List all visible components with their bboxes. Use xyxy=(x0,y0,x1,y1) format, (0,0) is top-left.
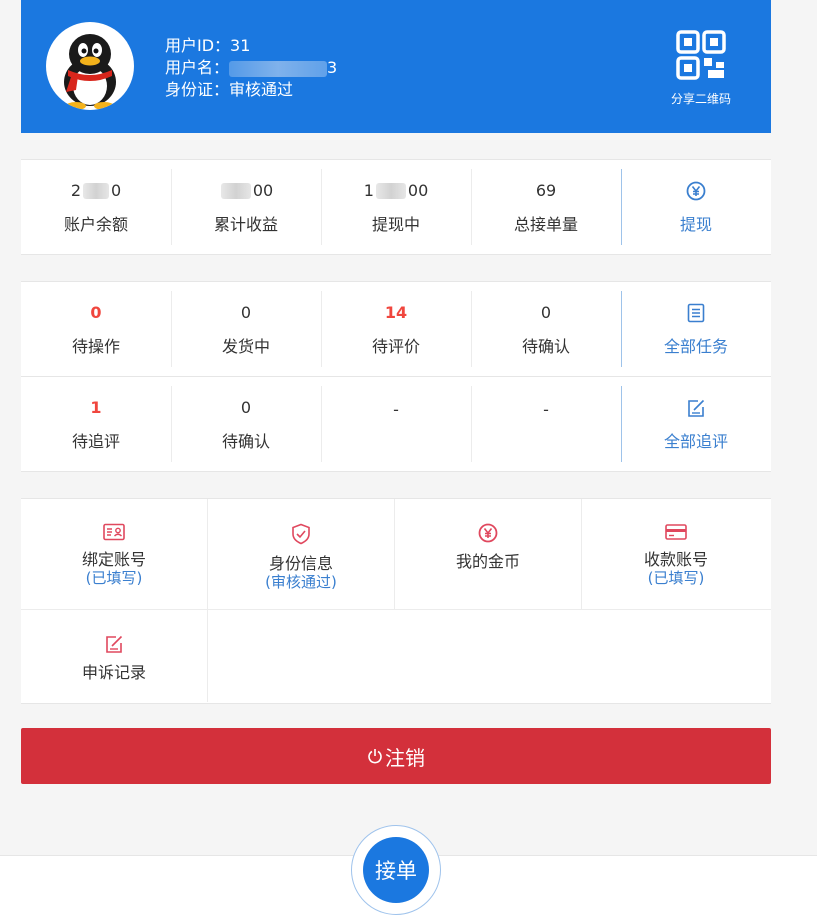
withdraw-label: 提现 xyxy=(679,214,712,234)
task-label xyxy=(393,430,398,449)
stat-total-orders: 69 总接单量 xyxy=(471,160,621,254)
stat-value-suffix: 00 xyxy=(252,180,274,200)
task-empty-slot: - xyxy=(471,377,621,471)
redacted-value xyxy=(375,182,406,199)
task-pending-review[interactable]: 14 待评价 xyxy=(321,282,471,376)
all-tasks-label: 全部任务 xyxy=(663,336,728,356)
stat-value-prefix: 1 xyxy=(363,180,374,200)
share-qr-button[interactable]: 分享二维码 xyxy=(666,30,736,107)
task-count: 1 xyxy=(90,397,102,417)
id-card-line: 身份证：审核通过 xyxy=(165,79,337,101)
logout-button[interactable]: 注销 xyxy=(21,728,771,784)
stat-label: 提现中 xyxy=(371,214,420,234)
task-pending-followup[interactable]: 1 待追评 xyxy=(21,377,171,471)
user-id-value: 31 xyxy=(230,36,251,55)
task-stats: 0 待操作 0 发货中 14 待评价 0 待确认 全部任务 1 待追评 0 待确… xyxy=(21,281,771,472)
share-qr-label: 分享二维码 xyxy=(670,92,731,106)
user-info: 用户ID：31 用户名： 3 身份证：审核通过 xyxy=(165,35,337,101)
task-count: 0 xyxy=(240,302,252,322)
avatar xyxy=(46,22,134,110)
user-id-line: 用户ID：31 xyxy=(165,35,337,57)
redacted-value xyxy=(83,182,109,199)
stat-withdrawing: 1 00 提现中 xyxy=(321,160,471,254)
task-label: 待确认 xyxy=(521,336,570,356)
redacted-value xyxy=(220,182,251,199)
stat-value: 69 xyxy=(535,180,557,200)
task-row: 0 待操作 0 发货中 14 待评价 0 待确认 全部任务 xyxy=(21,282,771,376)
tool-status: (审核通过) xyxy=(265,573,337,591)
tool-status: (已填写) xyxy=(647,569,705,587)
all-followups-label: 全部追评 xyxy=(663,431,728,451)
username-redacted xyxy=(229,60,328,77)
stat-value-suffix: 00 xyxy=(407,180,429,200)
yen-circle-icon xyxy=(686,181,706,200)
task-label: 待评价 xyxy=(371,336,420,356)
task-count: - xyxy=(393,400,399,419)
stat-label: 累计收益 xyxy=(213,214,278,234)
task-label: 发货中 xyxy=(221,336,270,356)
qr-code-icon xyxy=(676,30,726,80)
task-shipping[interactable]: 0 发货中 xyxy=(171,282,321,376)
username-line: 用户名： 3 xyxy=(165,57,337,79)
credit-card-icon xyxy=(665,524,687,540)
tools-grid: 绑定账号 (已填写) 身份信息 (审核通过) 我的金币 收款账号 (已填写) 申… xyxy=(21,498,771,704)
profile-header: 用户ID：31 用户名： 3 身份证：审核通过 分享二维码 xyxy=(21,0,771,133)
stat-label: 总接单量 xyxy=(513,214,578,234)
username-label: 用户名： xyxy=(165,58,230,77)
task-count: 0 xyxy=(240,397,252,417)
appeal-records-item[interactable]: 申诉记录 xyxy=(21,609,208,702)
user-id-label: 用户ID： xyxy=(165,36,231,55)
task-followup-confirm[interactable]: 0 待确认 xyxy=(171,377,321,471)
tool-label: 绑定账号 xyxy=(81,550,146,569)
list-icon xyxy=(687,303,705,322)
withdraw-button[interactable]: 提现 xyxy=(621,160,771,254)
identity-info-item[interactable]: 身份信息 (审核通过) xyxy=(208,499,395,609)
task-label: 待确认 xyxy=(221,431,270,451)
profile-page: 用户ID：31 用户名： 3 身份证：审核通过 分享二维码 2 0 账户余额 0… xyxy=(21,0,771,784)
edit-icon xyxy=(106,635,123,653)
task-label: 待追评 xyxy=(71,431,120,451)
stat-value-suffix: 0 xyxy=(111,180,122,200)
id-card-icon xyxy=(103,523,125,541)
task-label xyxy=(543,430,548,449)
edit-icon xyxy=(688,399,705,417)
stat-total-income: 00 累计收益 xyxy=(171,160,321,254)
task-count: - xyxy=(543,400,549,419)
tool-status: (已填写) xyxy=(85,569,143,587)
empty-grid-space xyxy=(208,609,771,703)
logout-label: 注销 xyxy=(385,745,425,770)
stat-value-prefix: 2 xyxy=(70,180,81,200)
accept-order-label: 接单 xyxy=(375,859,417,883)
username-tail: 3 xyxy=(327,58,338,77)
task-empty-slot: - xyxy=(321,377,471,471)
payment-account-item[interactable]: 收款账号 (已填写) xyxy=(582,499,770,609)
my-coins-item[interactable]: 我的金币 xyxy=(395,499,582,609)
stat-label: 账户余额 xyxy=(63,214,128,234)
account-stats: 2 0 账户余额 00 累计收益 1 00 提现中 69 总接单量 提现 xyxy=(21,159,771,255)
tool-label: 收款账号 xyxy=(643,550,708,569)
stat-balance: 2 0 账户余额 xyxy=(21,160,171,254)
task-pending-confirm[interactable]: 0 待确认 xyxy=(471,282,621,376)
task-pending-operation[interactable]: 0 待操作 xyxy=(21,282,171,376)
task-label: 待操作 xyxy=(71,336,120,356)
all-tasks-button[interactable]: 全部任务 xyxy=(621,282,771,376)
accept-order-button[interactable]: 接单 xyxy=(363,837,429,903)
all-followups-button[interactable]: 全部追评 xyxy=(621,377,771,471)
task-row: 1 待追评 0 待确认 - - 全部追评 xyxy=(21,376,771,471)
id-card-status: 审核通过 xyxy=(229,80,294,99)
id-card-label: 身份证： xyxy=(165,80,230,99)
shield-check-icon xyxy=(292,523,310,545)
tool-label: 我的金币 xyxy=(455,552,520,571)
task-count: 14 xyxy=(384,302,408,322)
power-icon xyxy=(368,749,382,764)
tool-label: 申诉记录 xyxy=(81,663,146,682)
task-count: 0 xyxy=(90,302,102,322)
coin-icon xyxy=(478,523,498,543)
tool-label: 身份信息 xyxy=(268,554,333,573)
task-count: 0 xyxy=(540,302,552,322)
bind-account-item[interactable]: 绑定账号 (已填写) xyxy=(21,499,208,609)
